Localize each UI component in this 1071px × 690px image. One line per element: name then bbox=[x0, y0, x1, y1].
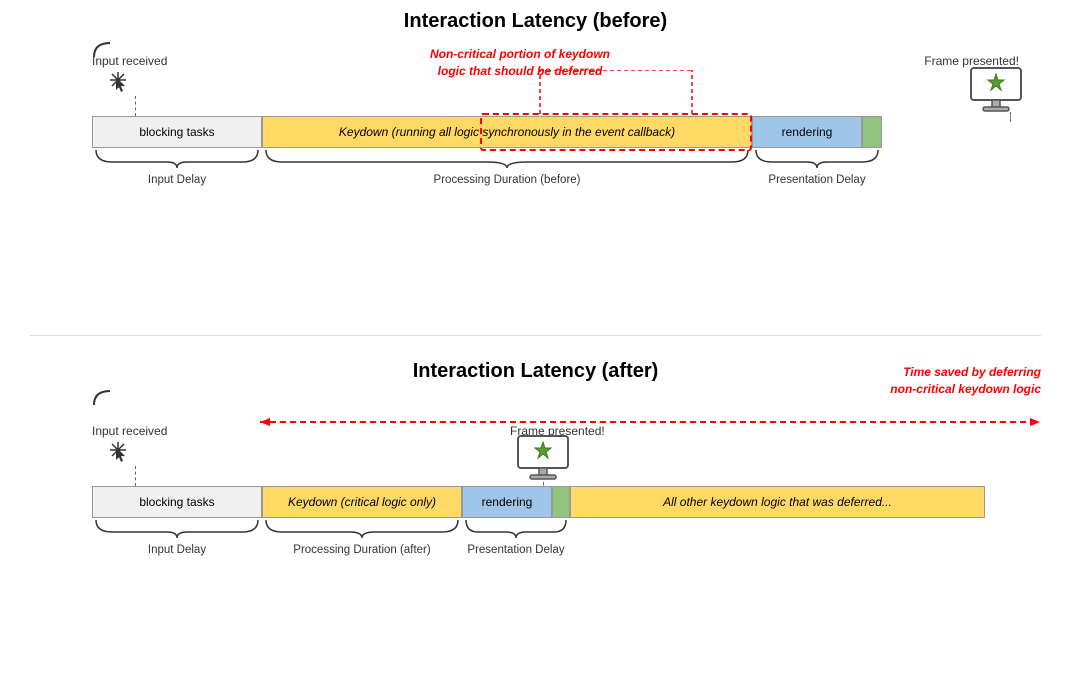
bottom-cursor-icon bbox=[102, 434, 134, 471]
top-bar-rendering: rendering bbox=[752, 116, 862, 148]
bottom-presentation-label: Presentation Delay bbox=[462, 544, 570, 556]
top-title: Interaction Latency (before) bbox=[30, 10, 1041, 33]
bottom-bar-blocking: blocking tasks bbox=[92, 486, 262, 518]
bottom-input-dashed-line bbox=[135, 466, 136, 486]
top-presentation-label: Presentation Delay bbox=[752, 174, 882, 186]
top-monitor-icon bbox=[967, 66, 1025, 119]
bottom-time-arrow bbox=[250, 414, 1040, 430]
top-processing-label: Processing Duration (before) bbox=[262, 174, 752, 186]
bottom-bar-deferred: All other keydown logic that was deferre… bbox=[570, 486, 985, 518]
bottom-processing-brace bbox=[262, 518, 462, 544]
bottom-bar-keydown: Keydown (critical logic only) bbox=[262, 486, 462, 518]
bottom-processing-label: Processing Duration (after) bbox=[262, 544, 462, 556]
top-bar-blocking: blocking tasks bbox=[92, 116, 262, 148]
top-frame-dashed-line bbox=[1010, 112, 1011, 122]
top-section: Interaction Latency (before) Input recei… bbox=[30, 10, 1041, 61]
bottom-bar-rendering: rendering bbox=[462, 486, 552, 518]
top-cursor-icon bbox=[102, 64, 134, 101]
bottom-section: Interaction Latency (after) Time saved b… bbox=[30, 360, 1041, 409]
bottom-input-delay-brace bbox=[92, 518, 262, 544]
bottom-bar-green bbox=[552, 486, 570, 518]
bottom-monitor-icon bbox=[514, 434, 572, 487]
section-divider bbox=[30, 335, 1041, 336]
diagram-container: Interaction Latency (before) Input recei… bbox=[0, 0, 1071, 690]
top-input-dashed-line bbox=[135, 96, 136, 116]
bottom-input-delay-label: Input Delay bbox=[92, 544, 262, 556]
top-red-annotation-text: Non-critical portion of keydown logic th… bbox=[410, 46, 630, 80]
top-processing-brace bbox=[262, 148, 752, 174]
top-bar-green bbox=[862, 116, 882, 148]
top-input-delay-brace bbox=[92, 148, 262, 174]
top-bar-keydown: Keydown (running all logic synchronously… bbox=[262, 116, 752, 148]
top-input-delay-label: Input Delay bbox=[92, 174, 262, 186]
top-presentation-brace bbox=[752, 148, 882, 174]
bottom-presentation-brace bbox=[462, 518, 570, 544]
bottom-time-saved-text: Time saved by deferring non-critical key… bbox=[781, 364, 1041, 398]
